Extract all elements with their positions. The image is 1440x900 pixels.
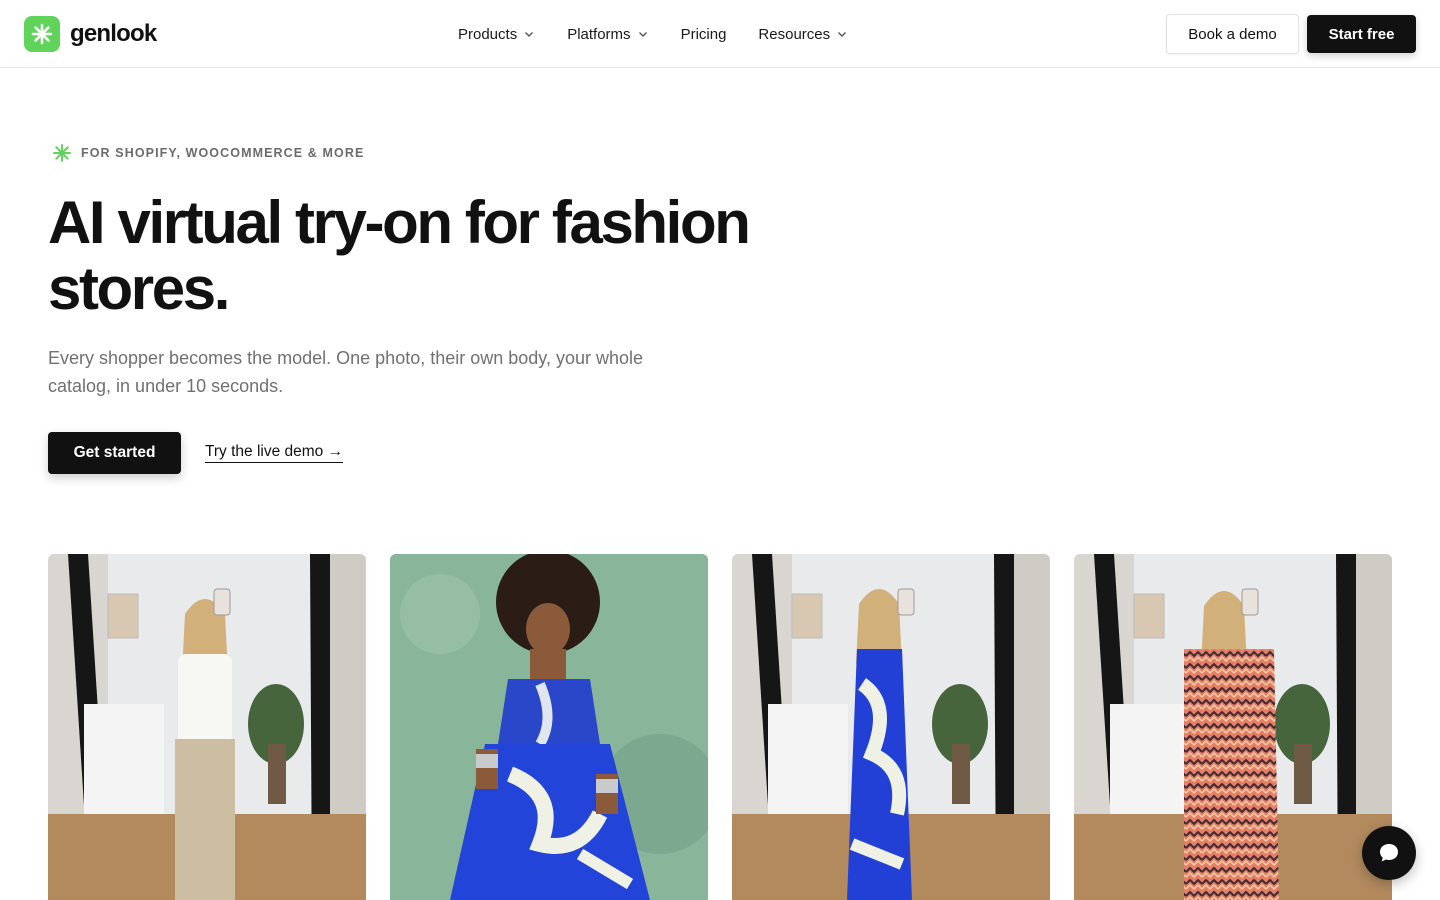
- hero-title: AI virtual try-on for fashion stores.: [48, 189, 751, 322]
- tryon-image-card[interactable]: [1074, 554, 1392, 900]
- main-nav: Products Platforms Pricing Resources: [442, 0, 864, 68]
- tryon-image-card[interactable]: [390, 554, 708, 900]
- book-demo-button[interactable]: Book a demo: [1166, 14, 1299, 54]
- tryon-photo: [732, 554, 1050, 900]
- chevron-down-icon: [525, 32, 534, 37]
- tryon-image-card[interactable]: [732, 554, 1050, 900]
- brand-logo[interactable]: genlook: [24, 16, 157, 52]
- chevron-down-icon: [638, 32, 647, 37]
- chat-widget-button[interactable]: [1362, 826, 1416, 880]
- live-demo-link[interactable]: Try the live demo →: [205, 443, 344, 463]
- site-header: genlook Products Platforms Pricing Resou…: [0, 0, 1440, 68]
- nav-item-label: Resources: [758, 25, 831, 43]
- hero-subtitle: Every shopper becomes the model. One pho…: [48, 348, 644, 396]
- hero-eyebrow: FOR SHOPIFY, WOOCOMMERCE & MORE: [52, 143, 364, 163]
- nav-item-products[interactable]: Products: [442, 18, 551, 51]
- sparkle-icon: [53, 144, 71, 162]
- nav-item-label: Pricing: [680, 25, 727, 43]
- start-free-button[interactable]: Start free: [1307, 15, 1416, 53]
- chevron-down-icon: [838, 32, 847, 37]
- get-started-button[interactable]: Get started: [48, 432, 181, 474]
- nav-item-resources[interactable]: Resources: [742, 18, 864, 51]
- tryon-photo: [1074, 554, 1392, 900]
- tryon-image-card[interactable]: [48, 554, 366, 900]
- tryon-photo: [390, 554, 708, 900]
- brand-name: genlook: [70, 20, 157, 47]
- sparkle-icon: [24, 16, 60, 52]
- tryon-photo: [48, 554, 366, 900]
- nav-item-label: Products: [458, 25, 518, 43]
- nav-item-pricing[interactable]: Pricing: [665, 18, 743, 51]
- nav-item-label: Platforms: [567, 25, 631, 43]
- chat-bubble-icon: [1380, 844, 1398, 862]
- eyebrow-text: FOR SHOPIFY, WOOCOMMERCE & MORE: [81, 146, 365, 160]
- nav-item-platforms[interactable]: Platforms: [551, 18, 664, 51]
